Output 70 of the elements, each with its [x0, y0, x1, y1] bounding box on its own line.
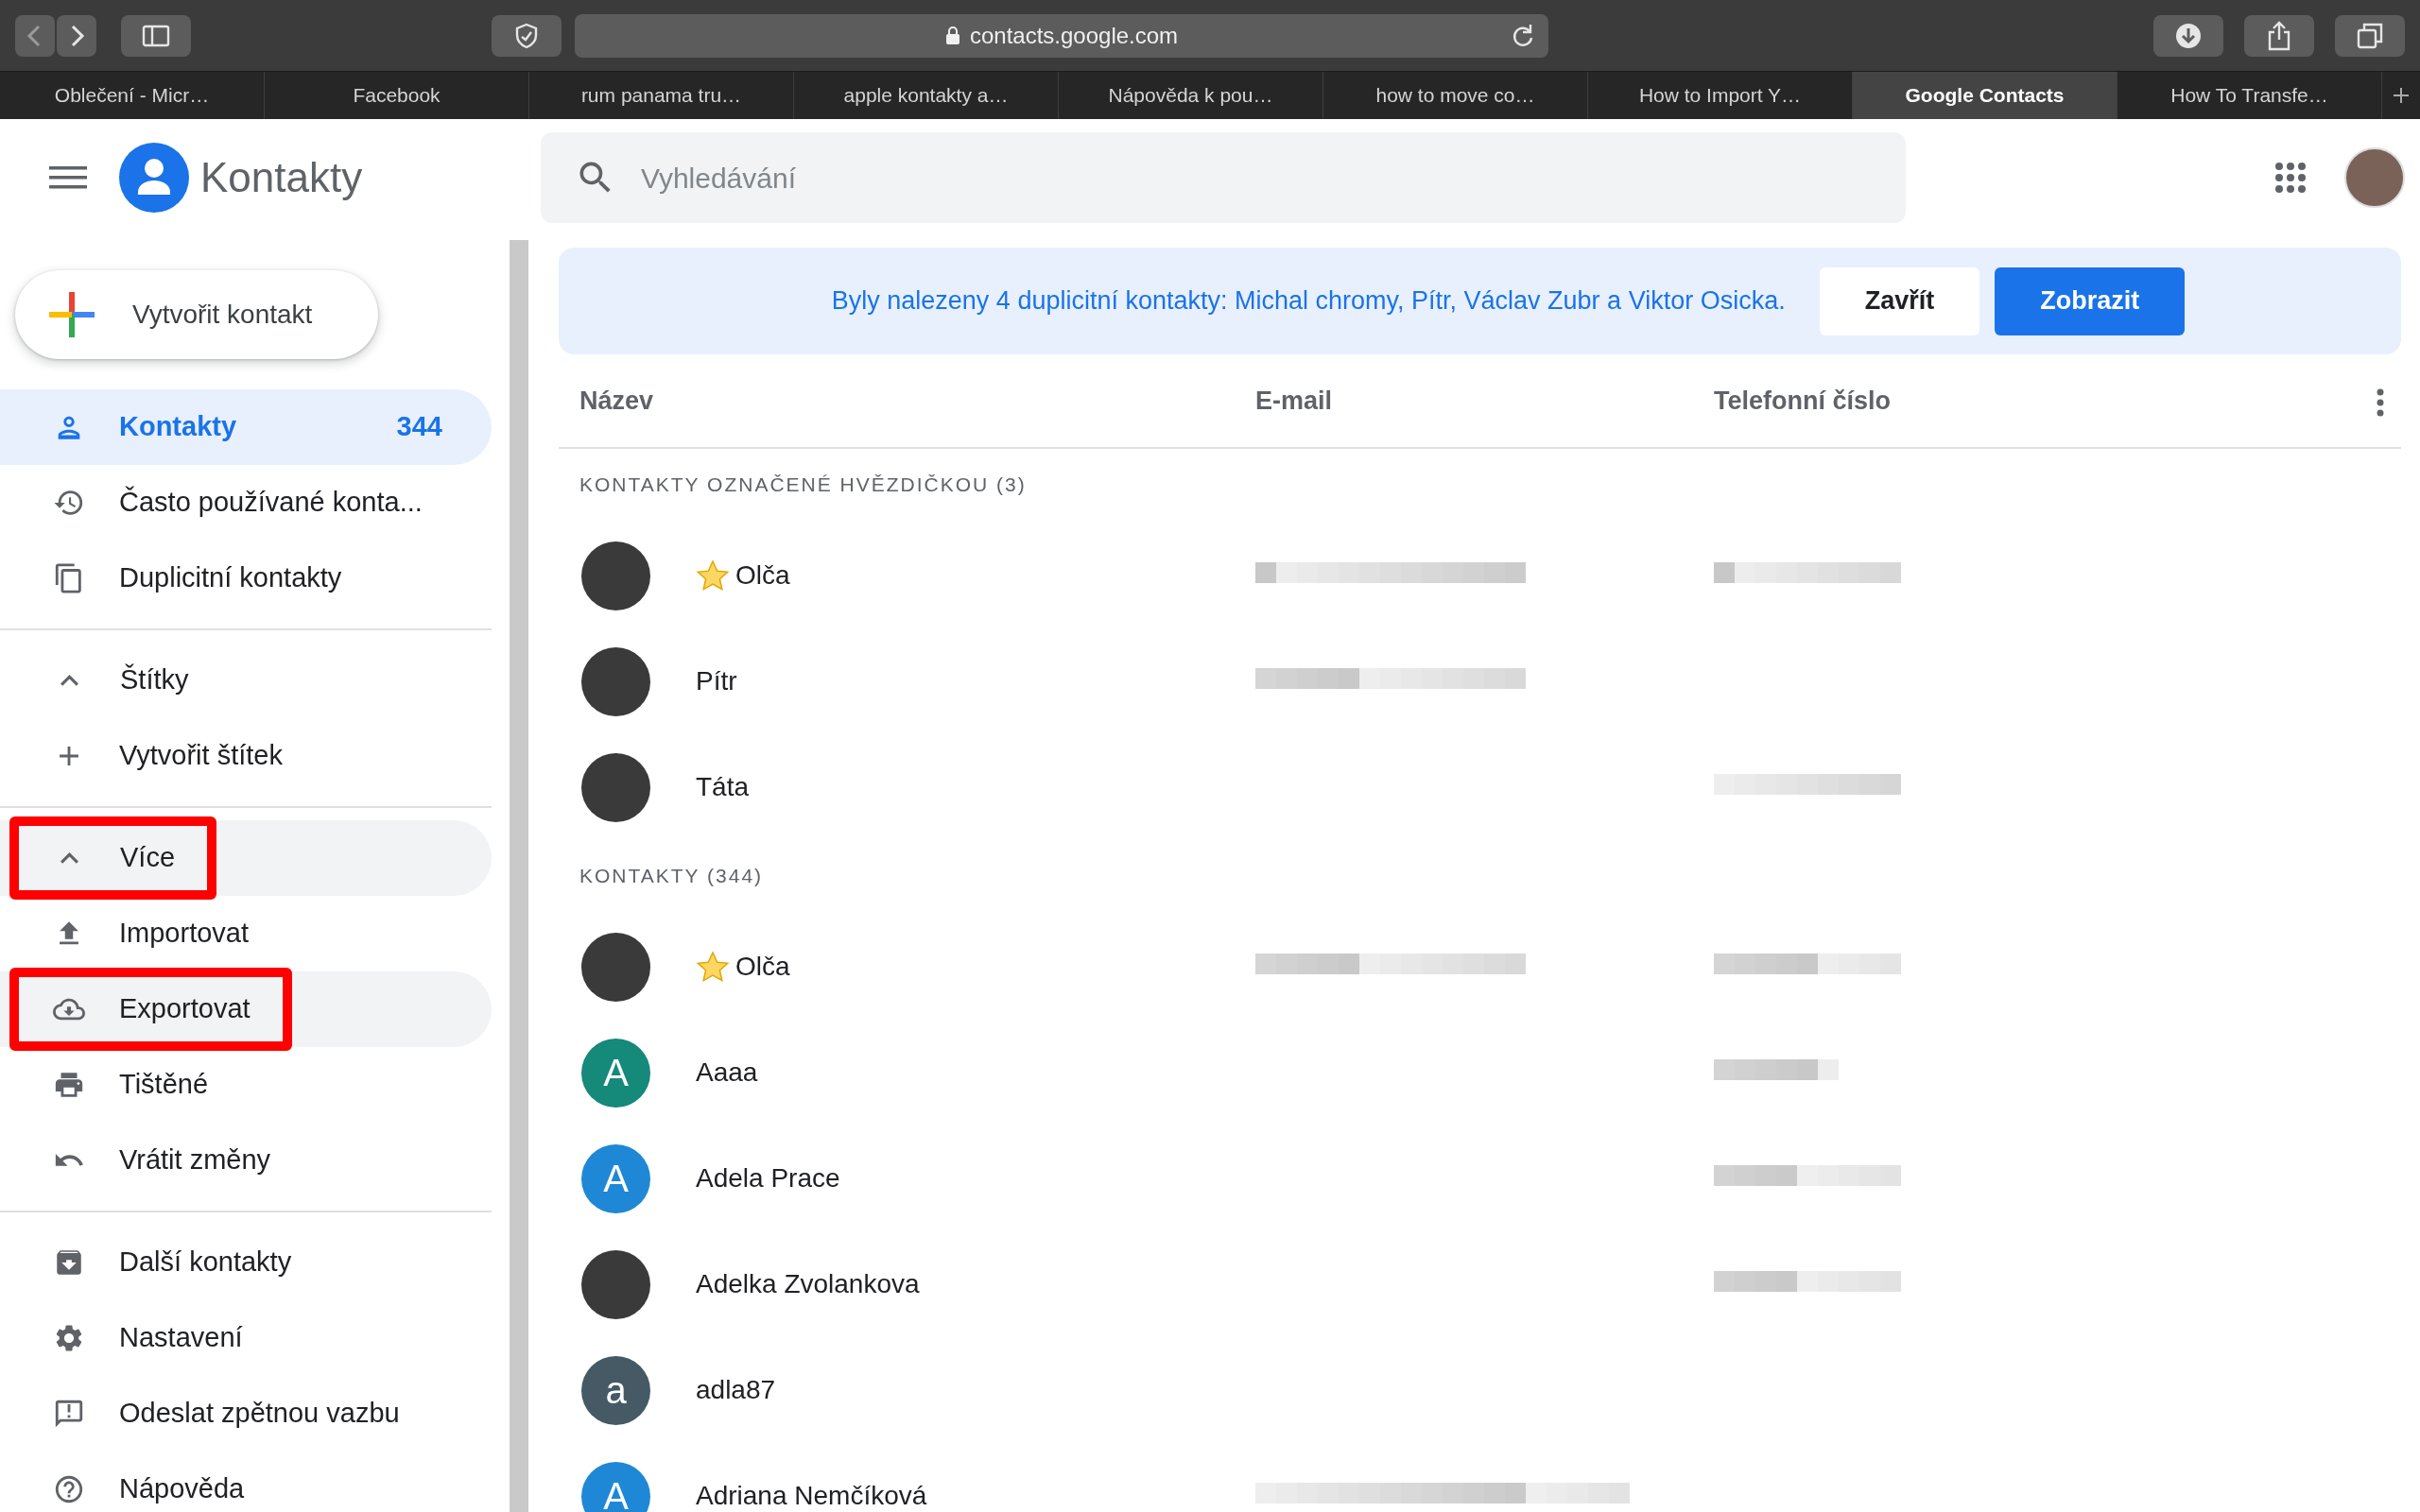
new-tab-icon — [2392, 86, 2411, 105]
contact-name[interactable]: Pítr — [696, 662, 737, 701]
forward-button[interactable] — [57, 14, 96, 57]
tabs-overview-button[interactable] — [2335, 14, 2405, 57]
contact-row[interactable]: Táta — [559, 734, 2401, 840]
sidebar-item[interactable]: Kontakty 344 — [0, 389, 492, 465]
letter-avatar: A — [581, 1038, 650, 1108]
menu-icon — [49, 164, 87, 191]
contact-row[interactable]: A Adriana Nemčíková — [559, 1443, 2401, 1512]
sidebar-button[interactable] — [121, 14, 191, 57]
letter-avatar: A — [581, 1143, 650, 1213]
app-title: Kontakty — [200, 153, 363, 202]
close-button[interactable]: Zavřít — [1819, 266, 1980, 335]
section-heading: KONTAKTY (344) — [579, 865, 764, 886]
letter-avatar: A — [581, 1461, 650, 1512]
column-header: E-mail — [1255, 386, 1333, 415]
downloads-icon — [2174, 21, 2203, 50]
sidebar-item[interactable]: Vrátit změny — [0, 1123, 492, 1198]
contact-name[interactable]: adla87 — [696, 1370, 776, 1410]
tabs-overview-icon — [2356, 21, 2384, 50]
banner-message: Byly nalezeny 4 duplicitní kontakty: Michal chromy, Pítr, Václav Zubr a Viktor Osicka. — [831, 285, 1786, 318]
search-input[interactable]: Vyhledávání — [639, 155, 1906, 200]
search-field[interactable]: Vyhledávání — [541, 132, 1906, 223]
contact-row[interactable]: a adla87 — [559, 1337, 2401, 1443]
sidebar-item[interactable]: Štítky — [0, 643, 492, 718]
contact-name[interactable]: Táta — [696, 767, 750, 807]
create-contact-icon — [47, 290, 96, 339]
chevron-up-icon — [60, 675, 78, 686]
share-button[interactable] — [2244, 14, 2314, 57]
back-button[interactable] — [15, 14, 55, 57]
contact-name[interactable]: Olča — [735, 556, 790, 595]
sidebar-item[interactable]: Nápověda — [0, 1452, 492, 1512]
contact-name[interactable]: Adriana Nemčíková — [696, 1476, 927, 1512]
sidebar-item[interactable]: Další kontakty — [0, 1225, 492, 1300]
chevron-up-icon — [60, 852, 78, 864]
contact-name[interactable]: Aaaa — [696, 1053, 758, 1092]
column-header: Telefonní číslo — [1714, 386, 1892, 415]
section-heading: KONTAKTY OZNAČENÉ HVĚZDIČKOU (3) — [579, 473, 1027, 495]
contact-name[interactable]: Olča — [735, 947, 790, 987]
column-header: Název — [579, 386, 654, 415]
letter-avatar: a — [581, 1355, 650, 1425]
sidebar-item[interactable]: Nastavení — [0, 1300, 492, 1376]
share-icon — [2267, 20, 2291, 51]
sidebar-item[interactable]: Odeslat zpětnou vazbu — [0, 1376, 492, 1452]
reload-icon[interactable] — [1511, 22, 1535, 49]
show-button[interactable]: Zobrazit — [1995, 266, 2186, 335]
help-icon — [53, 1473, 85, 1505]
contact-name[interactable]: Adela Prace — [696, 1159, 840, 1198]
contacts-logo-icon — [119, 143, 189, 213]
shield-button[interactable] — [492, 14, 562, 57]
address-bar[interactable]: contacts.google.com — [575, 13, 1548, 58]
sidebar-item[interactable]: Duplicitní kontakty — [0, 541, 492, 616]
lock-icon — [944, 26, 960, 45]
create-contact-button[interactable]: Vytvořit kontakt — [15, 270, 378, 359]
contact-row[interactable]: Pítr — [559, 628, 2401, 734]
browser-tab[interactable]: Google Contacts — [1853, 72, 2118, 119]
contact-row[interactable]: A Adela Prace — [559, 1125, 2401, 1231]
contact-row[interactable]: A Aaaa — [559, 1020, 2401, 1125]
sidebar-icon — [142, 24, 170, 47]
contact-name[interactable]: Adelka Zvolankova — [696, 1264, 920, 1304]
contact-row[interactable]: Adelka Zvolankova — [559, 1231, 2401, 1337]
sidebar-item[interactable]: Často používané konta... — [0, 465, 492, 541]
menu-button[interactable] — [49, 164, 87, 191]
apps-grid-icon[interactable] — [2274, 162, 2307, 194]
downloads-button[interactable] — [2153, 14, 2223, 57]
sidebar-item[interactable]: Importovat — [0, 896, 492, 971]
scrollbar[interactable] — [510, 240, 528, 1512]
url-text: contacts.google.com — [969, 21, 1179, 50]
sidebar-item[interactable]: Tištěné — [0, 1047, 492, 1123]
sidebar-item[interactable]: Vytvořit štítek — [0, 718, 492, 794]
